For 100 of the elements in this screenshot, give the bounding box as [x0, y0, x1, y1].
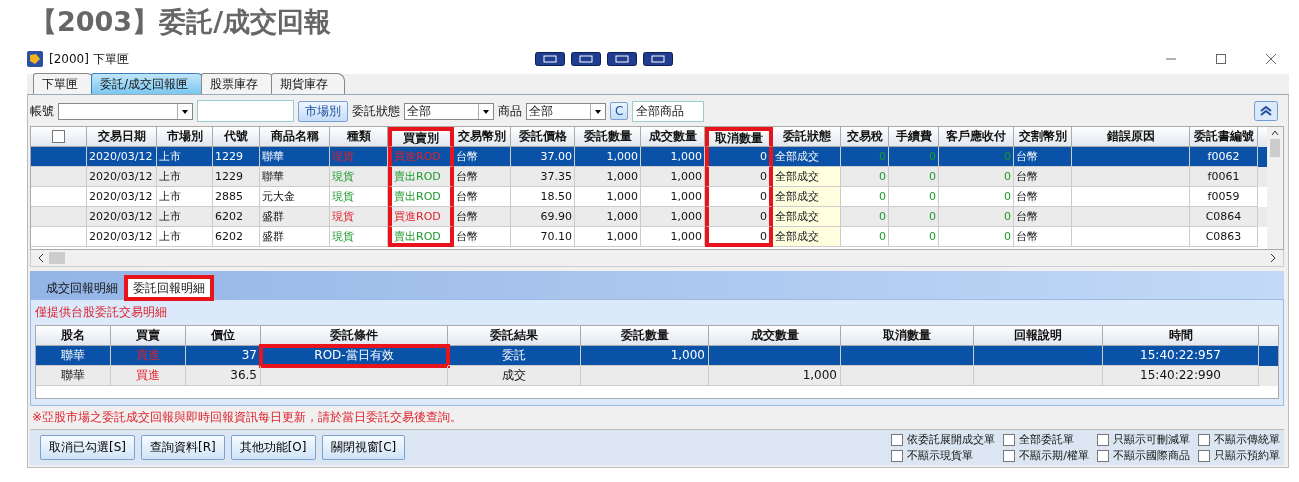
table-cell: ROD-當日有效 [261, 346, 448, 366]
table-cell: 賣出ROD [388, 167, 454, 187]
tab[interactable]: 期貨庫存 [271, 73, 346, 94]
detail-row[interactable]: 聯華 買進 36.5 成交 1,000 15:40:22:990 [36, 366, 1278, 386]
checkbox-label: 不顯示國際商品 [1113, 448, 1190, 463]
detail-tab[interactable]: 委託回報明細 [126, 277, 212, 299]
table-cell: 1,000 [641, 227, 705, 247]
checkbox[interactable] [1198, 449, 1210, 462]
table-cell: 買進ROD [388, 207, 454, 227]
table-cell: 台幣 [1014, 207, 1072, 227]
action-button[interactable]: 查詢資料[R] [141, 435, 225, 460]
detail-row[interactable]: 聯華 買進 37 ROD-當日有效 委託 1,000 15:40:22:957 [36, 346, 1278, 366]
checkbox-label: 依委託展開成交單 [907, 432, 996, 447]
table-cell: 36.5 [186, 366, 261, 386]
action-button[interactable]: 關閉視窗[C] [321, 435, 406, 460]
collapse-icon[interactable] [1254, 101, 1278, 121]
product-dropdown[interactable]: 全部 [526, 102, 606, 120]
clear-button[interactable]: C [610, 102, 629, 120]
table-cell: C0864 [1190, 207, 1258, 227]
column-header[interactable]: 委託條件 [261, 326, 448, 346]
checkbox-label: 不顯示期/權單 [1019, 448, 1089, 463]
table-cell: 上市 [157, 227, 213, 247]
checkbox-label: 全部委託單 [1019, 432, 1075, 447]
table-cell: 現貨 [330, 207, 388, 227]
table-cell: 0 [889, 207, 939, 227]
table-cell: 成交 [448, 366, 581, 386]
checkbox-label: 只顯示預約單 [1214, 448, 1280, 463]
table-cell: 上市 [157, 207, 213, 227]
product-label: 商品 [498, 102, 522, 120]
table-cell: 1,000 [575, 207, 641, 227]
scroll-left-icon[interactable] [37, 253, 45, 263]
table-cell: 1229 [213, 167, 260, 187]
checkbox[interactable] [1097, 433, 1109, 446]
scroll-thumb[interactable] [1270, 139, 1280, 157]
table-cell: C0863 [1190, 227, 1258, 247]
status-dropdown[interactable]: 全部 [404, 102, 494, 120]
table-cell: 全部成交 [773, 207, 841, 227]
account-label: 帳號 [30, 102, 54, 120]
table-cell: 買進 [111, 366, 186, 386]
table-cell: 現貨 [330, 167, 388, 187]
table-cell: 69.90 [511, 207, 575, 227]
table-cell: 0 [889, 227, 939, 247]
table-cell: 1,000 [641, 167, 705, 187]
vertical-scrollbar[interactable] [1267, 127, 1283, 249]
table-cell: 0 [841, 227, 889, 247]
table-cell: 0 [939, 227, 1014, 247]
table-cell: 2020/03/12 [87, 227, 157, 247]
select-all-checkbox[interactable] [52, 130, 65, 143]
window-title: [2000] 下單匣 [49, 50, 129, 68]
table-cell: 1,000 [641, 207, 705, 227]
table-cell: 37.35 [511, 167, 575, 187]
action-button[interactable]: 其他功能[O] [230, 435, 316, 460]
table-cell: 全部成交 [773, 167, 841, 187]
checkbox[interactable] [891, 433, 904, 446]
checkbox-label: 不顯示傳統單 [1214, 432, 1280, 447]
table-cell: 0 [841, 167, 889, 187]
close-icon[interactable] [1265, 53, 1277, 65]
checkbox[interactable] [1003, 449, 1016, 462]
table-cell: 台幣 [454, 227, 511, 247]
table-cell: 全部成交 [773, 227, 841, 247]
product-field[interactable]: 全部商品 [632, 100, 705, 122]
table-cell: 6202 [213, 207, 260, 227]
app-icon [27, 51, 43, 67]
checkbox[interactable] [1097, 449, 1109, 462]
action-button[interactable]: 取消已勾選[S] [40, 435, 135, 460]
table-cell: 70.10 [511, 227, 575, 247]
order-row[interactable]: 2020/03/12 上市 1229 聯華 現貨 賣出ROD 台幣 37.35 1,000 1,000 0 全部成交 0 0 0 台幣 f0061 [31, 167, 1267, 187]
table-cell: 現貨 [330, 227, 388, 247]
table-cell: 盛群 [260, 207, 330, 227]
order-row[interactable]: 2020/03/12 上市 6202 盛群 現貨 買進ROD 台幣 69.90 1,000 1,000 0 全部成交 0 0 0 台幣 C0864 [31, 207, 1267, 227]
detail-tab[interactable]: 成交回報明細 [40, 278, 124, 299]
checkbox-label: 不顯示現貨單 [907, 448, 974, 463]
table-cell: 盛群 [260, 227, 330, 247]
maximize-icon[interactable] [1215, 53, 1227, 65]
table-cell: 2020/03/12 [87, 167, 157, 187]
market-button[interactable]: 市場別 [298, 100, 348, 122]
table-cell: 上市 [157, 167, 213, 187]
table-cell: 6202 [213, 227, 260, 247]
scroll-right-icon[interactable] [1269, 253, 1277, 263]
table-cell: 1,000 [575, 167, 641, 187]
table-cell: 1,000 [709, 366, 841, 386]
table-cell: 台幣 [454, 167, 511, 187]
table-cell: 聯華 [260, 167, 330, 187]
table-cell: 15:40:22:990 [1103, 366, 1259, 386]
table-cell: 台幣 [1014, 167, 1072, 187]
status-label: 委託狀態 [352, 102, 400, 120]
checkbox[interactable] [1198, 433, 1210, 446]
checkbox[interactable] [1003, 433, 1016, 446]
checkbox-label: 只顯示可刪減單 [1113, 432, 1190, 447]
table-cell: 0 [939, 207, 1014, 227]
table-cell: 台幣 [454, 207, 511, 227]
table-cell: 台幣 [1014, 227, 1072, 247]
checkbox[interactable] [891, 449, 904, 462]
table-cell: 全部成交 [773, 187, 841, 207]
table-cell: 0 [889, 167, 939, 187]
table-cell: 2020/03/12 [87, 207, 157, 227]
table-cell: f0061 [1190, 167, 1258, 187]
horizontal-scrollbar[interactable] [30, 250, 1284, 267]
order-row[interactable]: 2020/03/12 上市 1229 聯華 現貨 買進ROD 台幣 37.00 1,000 1,000 0 全部成交 0 0 0 台幣 f0062 [31, 147, 1267, 167]
scroll-thumb[interactable] [49, 252, 65, 264]
